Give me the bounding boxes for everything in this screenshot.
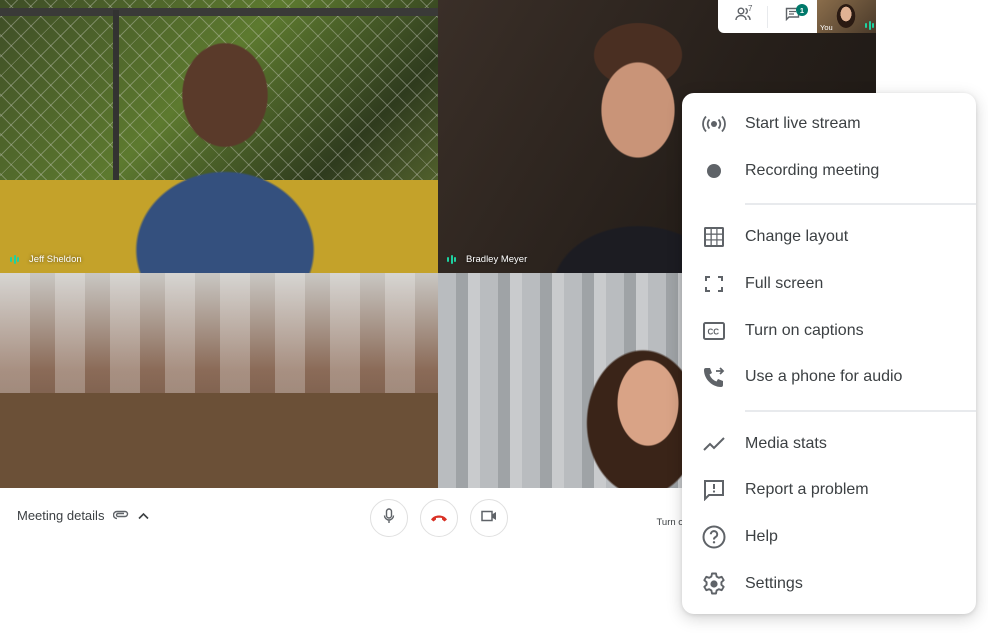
- menu-divider: [745, 409, 976, 412]
- speaking-indicator-icon: [447, 255, 456, 265]
- svg-text:CC: CC: [707, 327, 719, 336]
- menu-item-label: Recording meeting: [745, 161, 880, 179]
- camera-button[interactable]: [470, 499, 508, 537]
- self-label: You: [820, 23, 833, 32]
- menu-item-label: Use a phone for audio: [745, 368, 903, 386]
- help-icon: [682, 525, 745, 549]
- people-count: 7: [748, 4, 753, 13]
- menu-item-label: Media stats: [745, 434, 827, 452]
- menu-item-full-screen[interactable]: Full screen: [682, 261, 976, 308]
- grid-layout-icon: [682, 226, 745, 248]
- attachment-icon: [113, 508, 129, 523]
- speaking-indicator-icon: [865, 20, 874, 30]
- captions-icon: CC: [682, 321, 745, 340]
- fullscreen-icon: [682, 276, 745, 293]
- menu-item-start-live-stream[interactable]: Start live stream: [682, 101, 976, 148]
- meeting-details-label: Meeting details: [17, 508, 105, 523]
- menu-item-recording-meeting[interactable]: Recording meeting: [682, 148, 976, 195]
- hang-up-icon: [430, 509, 448, 527]
- microphone-button[interactable]: [370, 499, 408, 537]
- live-stream-icon: [682, 115, 745, 133]
- participant-name: Bradley Meyer: [466, 254, 528, 265]
- menu-divider: [745, 203, 976, 206]
- hang-up-button[interactable]: [420, 499, 458, 537]
- menu-item-label: Settings: [745, 574, 803, 592]
- speaking-indicator-icon: [10, 255, 19, 265]
- people-button[interactable]: 7: [718, 0, 767, 33]
- menu-item-report-problem[interactable]: Report a problem: [682, 467, 976, 514]
- settings-gear-icon: [682, 572, 745, 596]
- menu-item-label: Report a problem: [745, 481, 869, 499]
- participant-name-tag: Bradley Meyer: [447, 254, 527, 265]
- camera-icon: [481, 509, 497, 527]
- chat-button[interactable]: 1: [768, 0, 817, 33]
- menu-item-label: Full screen: [745, 275, 824, 293]
- participant-tile[interactable]: Jeff Sheldon: [0, 0, 438, 273]
- menu-item-media-stats[interactable]: Media stats: [682, 421, 976, 468]
- call-controls: [370, 499, 508, 537]
- stats-icon: [682, 437, 745, 451]
- microphone-icon: [383, 507, 395, 529]
- menu-item-help[interactable]: Help: [682, 514, 976, 561]
- phone-forward-icon: [682, 366, 745, 388]
- self-view-tile[interactable]: You: [817, 0, 876, 33]
- participant-name-tag: Jeff Sheldon: [10, 254, 82, 265]
- chevron-up-icon: [138, 508, 150, 523]
- menu-item-use-phone-for-audio[interactable]: Use a phone for audio: [682, 354, 976, 401]
- chat-badge: 1: [796, 4, 808, 16]
- menu-item-label: Help: [745, 528, 778, 546]
- menu-item-settings[interactable]: Settings: [682, 560, 976, 607]
- report-problem-icon: [682, 479, 745, 502]
- participant-name: Jeff Sheldon: [29, 254, 82, 265]
- record-dot-icon: [682, 163, 745, 179]
- more-options-menu: Start live stream Recording meeting Chan…: [682, 93, 976, 614]
- menu-item-change-layout[interactable]: Change layout: [682, 214, 976, 261]
- menu-item-label: Start live stream: [745, 115, 861, 133]
- menu-item-label: Change layout: [745, 228, 849, 246]
- participant-tile[interactable]: [0, 273, 438, 488]
- menu-item-label: Turn on captions: [745, 321, 864, 339]
- meeting-details-button[interactable]: Meeting details: [17, 508, 150, 523]
- menu-item-turn-on-captions[interactable]: CC Turn on captions: [682, 307, 976, 354]
